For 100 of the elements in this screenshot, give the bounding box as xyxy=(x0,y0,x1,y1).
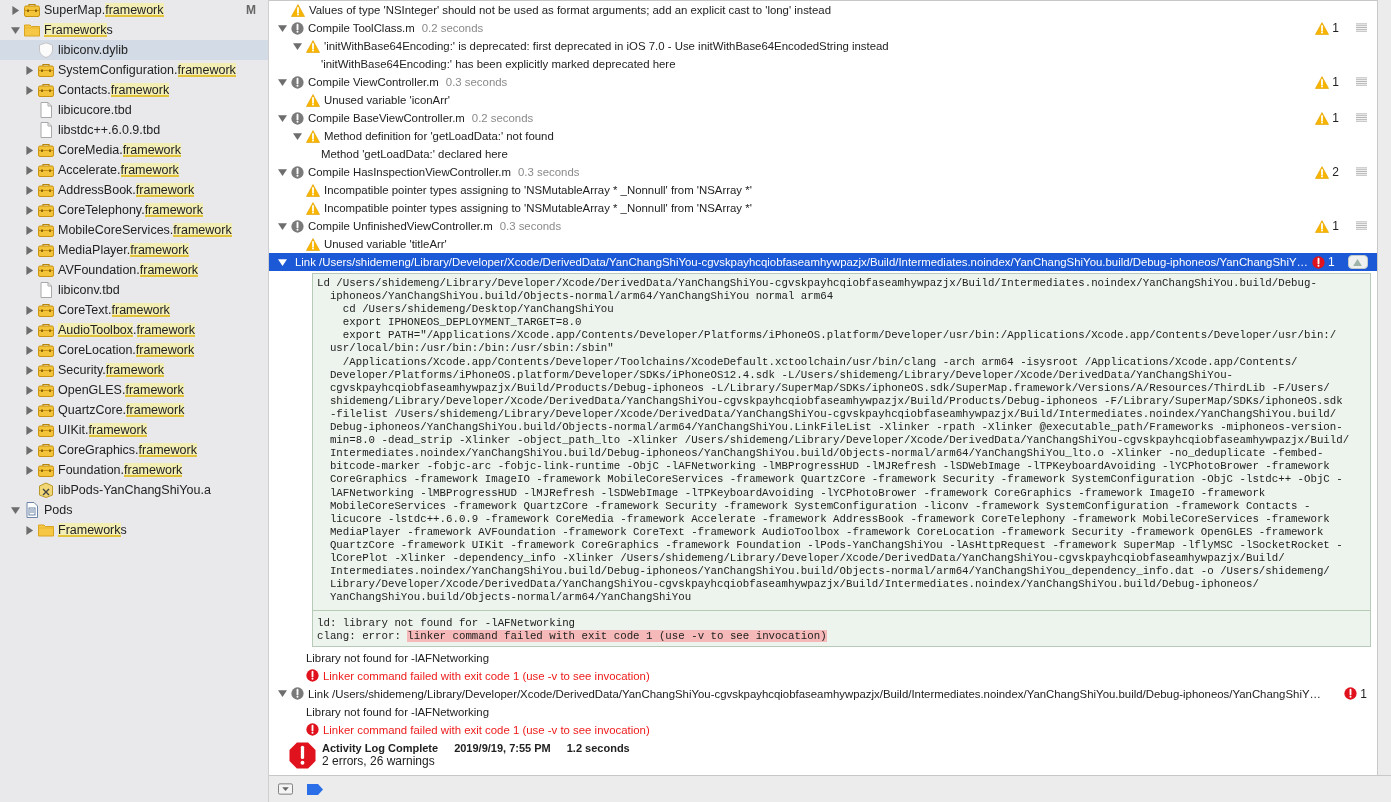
step-title: Compile BaseViewController.m xyxy=(308,112,465,124)
expand-triangle-icon[interactable] xyxy=(24,225,34,235)
sidebar-item[interactable]: libiconv.tbd xyxy=(0,280,268,300)
sidebar-item[interactable]: CoreTelephony.framework xyxy=(0,200,268,220)
expand-triangle-icon[interactable] xyxy=(24,165,34,175)
sidebar-item[interactable]: Frameworks xyxy=(0,520,268,540)
sidebar-item[interactable]: libPods-YanChangShiYou.a xyxy=(0,480,268,500)
warning-message: Values of type 'NSInteger' should not be used as format arguments; add an explicit cast to 'long' instead xyxy=(309,4,831,16)
sidebar-item[interactable]: AddressBook.framework xyxy=(0,180,268,200)
scrollbar-track[interactable] xyxy=(1377,0,1391,775)
expand-triangle-icon[interactable] xyxy=(24,385,34,395)
toolbox-icon xyxy=(38,143,54,157)
build-step-row[interactable]: Compile BaseViewController.m 0.2 seconds 1 xyxy=(269,109,1377,127)
shield-icon xyxy=(38,42,54,58)
sidebar-item[interactable]: SuperMap.framework M xyxy=(0,0,268,20)
sidebar-item[interactable]: MediaPlayer.framework xyxy=(0,240,268,260)
error-message: Linker command failed with exit code 1 (use -v to see invocation) xyxy=(323,669,650,682)
sidebar-item[interactable]: CoreMedia.framework xyxy=(0,140,268,160)
step-title: Compile HasInspectionViewController.m xyxy=(308,166,511,178)
build-step-row[interactable]: Compile ToolClass.m 0.2 seconds 1 xyxy=(269,19,1377,37)
collapse-triangle-icon[interactable] xyxy=(277,23,287,33)
file-name: libPods-YanChangShiYou.a xyxy=(58,483,211,497)
toolbox-icon xyxy=(24,3,40,17)
expand-triangle-icon[interactable] xyxy=(24,465,34,475)
log-status: Activity Log Complete xyxy=(322,742,439,755)
file-name: Pods xyxy=(44,503,73,517)
expand-triangle-icon[interactable] xyxy=(24,445,34,455)
collapse-triangle-icon[interactable] xyxy=(292,41,302,51)
sidebar-item[interactable]: Security.framework xyxy=(0,360,268,380)
sidebar-item[interactable]: AudioToolbox.framework xyxy=(0,320,268,340)
sidebar-item[interactable]: libiconv.dylib xyxy=(0,40,268,60)
build-step-row[interactable]: Compile ViewController.m 0.3 seconds 1 xyxy=(269,73,1377,91)
info-icon xyxy=(291,219,304,233)
sidebar-item[interactable]: Accelerate.framework xyxy=(0,160,268,180)
filter-icon[interactable] xyxy=(278,783,293,795)
sidebar-item[interactable]: QuartzCore.framework xyxy=(0,400,268,420)
file-name: UIKit.framework xyxy=(58,423,147,437)
sidebar-item[interactable]: CoreText.framework xyxy=(0,300,268,320)
file-name: libiconv.tbd xyxy=(58,283,120,297)
sidebar-item[interactable]: libicucore.tbd xyxy=(0,100,268,120)
toolbox-icon xyxy=(38,443,54,457)
toolbox-icon xyxy=(38,163,54,177)
expand-triangle-icon[interactable] xyxy=(24,345,34,355)
sidebar-item[interactable]: OpenGLES.framework xyxy=(0,380,268,400)
expand-triangle-icon[interactable] xyxy=(24,185,34,195)
expand-triangle-icon[interactable] xyxy=(24,245,34,255)
collapse-triangle-icon[interactable] xyxy=(277,167,287,177)
file-name: MobileCoreServices.framework xyxy=(58,223,232,237)
expand-triangle-icon[interactable] xyxy=(24,305,34,315)
sidebar-item[interactable]: Contacts.framework xyxy=(0,80,268,100)
sidebar-item[interactable]: MobileCoreServices.framework xyxy=(0,220,268,240)
collapse-triangle-icon[interactable] xyxy=(10,505,20,515)
collapse-triangle-icon[interactable] xyxy=(292,131,302,141)
sidebar-item[interactable]: libstdc++.6.0.9.tbd xyxy=(0,120,268,140)
expand-triangle-icon[interactable] xyxy=(24,205,34,215)
sidebar-item[interactable]: CoreGraphics.framework xyxy=(0,440,268,460)
expand-triangle-icon[interactable] xyxy=(24,65,34,75)
expand-triangle-icon[interactable] xyxy=(24,85,34,95)
collapse-button[interactable] xyxy=(1347,255,1368,269)
toolbox-icon xyxy=(38,323,54,337)
warning-message: Incompatible pointer types assigning to 'NSMutableArray * _Nonnull' from 'NSArray *' xyxy=(324,184,752,196)
sidebar-item[interactable]: Foundation.framework xyxy=(0,460,268,480)
file-icon xyxy=(38,282,54,298)
sidebar-item[interactable]: UIKit.framework xyxy=(0,420,268,440)
issue-count: 1 xyxy=(1332,111,1339,125)
folder-icon xyxy=(24,23,40,37)
sidebar-item[interactable]: Pods xyxy=(0,500,268,520)
expand-triangle-icon[interactable] xyxy=(24,325,34,335)
tag-icon[interactable] xyxy=(307,783,323,795)
sidebar-item[interactable]: SystemConfiguration.framework xyxy=(0,60,268,80)
sidebar-item[interactable]: CoreLocation.framework xyxy=(0,340,268,360)
build-step-row[interactable]: Compile UnfinishedViewController.m 0.3 seconds 1 xyxy=(269,217,1377,235)
collapse-triangle-icon[interactable] xyxy=(277,221,287,231)
command-line: Intermediates.noindex/YanChangShiYou.build/Debug-iphoneos/YanChangShiYou.build/Objects-normal/arm64/YanChangShiYou_dependency_info.dat -o /Users/shidemeng/ xyxy=(328,565,1331,579)
expand-triangle-icon[interactable] xyxy=(24,525,34,535)
warning-icon xyxy=(1315,165,1330,179)
file-name: MediaPlayer.framework xyxy=(58,243,189,257)
command-line: iphoneos/YanChangShiYou.build/Objects-normal/arm64/YanChangShiYou normal arm64 xyxy=(328,290,835,304)
expand-triangle-icon[interactable] xyxy=(24,425,34,435)
expand-triangle-icon[interactable] xyxy=(10,5,20,15)
build-step-row[interactable]: Link /Users/shidemeng/Library/Developer/Xcode/DerivedData/YanChangShiYou-cgvskpayhcqiobfaseamhywpazjx/Build/Intermediates.noindex/YanChangShiYou.build/Debug-iphoneos/YanChangShiY… 1 xyxy=(269,253,1377,271)
collapse-triangle-icon[interactable] xyxy=(10,25,20,35)
build-step-row[interactable]: Compile HasInspectionViewController.m 0.3 seconds 2 xyxy=(269,163,1377,181)
collapse-triangle-icon[interactable] xyxy=(277,113,287,123)
expand-triangle-icon[interactable] xyxy=(24,405,34,415)
step-title: Compile ToolClass.m xyxy=(308,22,415,34)
collapse-triangle-icon[interactable] xyxy=(277,689,287,699)
command-line: CoreGraphics -framework ImageIO -framework MobileCoreServices -framework QuartzCore -framework Security -framework SystemConfiguration -ObjC -lstdc++ -ObjC - xyxy=(328,473,1344,487)
collapse-triangle-icon[interactable] xyxy=(277,257,287,267)
sidebar-item[interactable]: AVFoundation.framework xyxy=(0,260,268,280)
sidebar-item[interactable]: Frameworks xyxy=(0,20,268,40)
expand-triangle-icon[interactable] xyxy=(24,365,34,375)
file-name: CoreGraphics.framework xyxy=(58,443,197,457)
command-line: Intermediates.noindex/YanChangShiYou.build/Debug-iphoneos/YanChangShiYou.build/Objects-normal/arm64/YanChangShiYou_lto.o -Xlinker -no_deduplicate -fembed- xyxy=(328,447,1325,461)
build-step-row[interactable]: Link /Users/shidemeng/Library/Developer/Xcode/DerivedData/YanChangShiYou-cgvskpayhcqiobfaseamhywpazjx/Build/Intermediates.noindex/YanChangShiYou.build/Debug-iphoneos/YanChangShiY… 1 xyxy=(269,684,1377,703)
output-line: ld: library not found for -lAFNetworking xyxy=(317,617,577,631)
collapse-triangle-icon[interactable] xyxy=(277,77,287,87)
toolbox-icon xyxy=(38,383,54,397)
expand-triangle-icon[interactable] xyxy=(24,265,34,275)
expand-triangle-icon[interactable] xyxy=(24,145,34,155)
